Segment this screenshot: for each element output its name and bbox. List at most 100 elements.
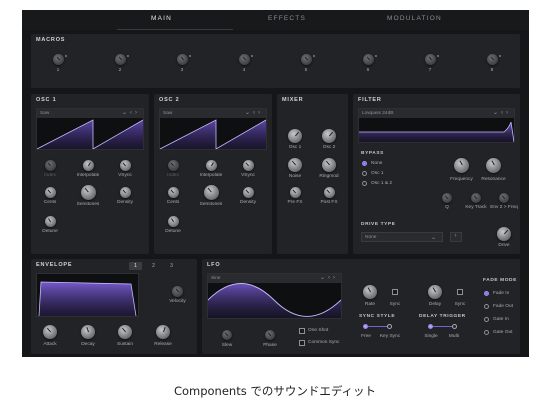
- fade-mode-radio-1[interactable]: [484, 304, 489, 309]
- mixer-knob-1[interactable]: [322, 129, 336, 143]
- envelope-knob-attack[interactable]: [43, 325, 57, 339]
- envelope-page-2[interactable]: 2: [147, 262, 160, 270]
- fade-mode-radio-3[interactable]: [484, 330, 489, 335]
- filter-knob-q[interactable]: [442, 193, 452, 203]
- osc2-wave-display[interactable]: Saw ⌄‹›: [159, 108, 267, 150]
- osc1-label-0: Index: [44, 173, 56, 178]
- macro-knob-5[interactable]: [301, 54, 312, 65]
- filter-type-arrows[interactable]: ⌄‹›: [493, 109, 511, 116]
- osc1-knob-detune[interactable]: [44, 216, 56, 227]
- osc2-knob-vsync[interactable]: [242, 160, 254, 171]
- filter-knob-env2-freq[interactable]: [499, 193, 509, 203]
- osc2-wave-selector[interactable]: Saw ⌄‹›: [160, 109, 266, 118]
- sync-style-toggle-left-option[interactable]: [363, 324, 368, 329]
- fade-mode-title: FADE MODE: [483, 278, 517, 283]
- mixer-knob-3[interactable]: [322, 158, 336, 172]
- lfo-knob-delay-indicator: [432, 287, 436, 293]
- macro-knob-1[interactable]: [53, 54, 64, 65]
- lfo-knob-delay[interactable]: [428, 285, 442, 299]
- filter-knob-env2-freq-indicator: [501, 195, 505, 199]
- macro-knob-3[interactable]: [177, 54, 188, 65]
- mixer-knob-0[interactable]: [288, 129, 302, 143]
- envelope-graph: [38, 281, 137, 317]
- envelope-knob-sustain[interactable]: [118, 325, 132, 339]
- envelope-knob-decay[interactable]: [81, 325, 95, 339]
- tab-main[interactable]: MAIN: [151, 15, 172, 22]
- tab-modulation[interactable]: MODULATION: [387, 15, 442, 22]
- one-shot-label: One Shot: [308, 328, 329, 333]
- osc2-knob-cents[interactable]: [167, 187, 179, 198]
- envelope-panel: ENVELOPE 1 2 3 Velocity Attack Decay Sustai…: [31, 259, 197, 354]
- osc1-knob-semitones[interactable]: [80, 185, 96, 200]
- delay-trigger-toggle-left-option[interactable]: [428, 324, 433, 329]
- drive-type-dropdown[interactable]: None ⌄: [361, 232, 443, 242]
- mixer-knob-4-indicator: [292, 189, 296, 194]
- common-sync-label: Common Sync: [308, 340, 340, 345]
- osc1-label-1: Interpolate: [76, 173, 100, 178]
- macro-knob-7[interactable]: [425, 54, 436, 65]
- lfo-knob-rate[interactable]: [363, 285, 377, 299]
- delay-trigger-toggle-track: [431, 326, 454, 327]
- macro-label-6: 6: [366, 68, 370, 73]
- common-sync-checkbox[interactable]: [299, 340, 305, 346]
- macro-knob-2-indicator: [118, 56, 122, 61]
- sync-style-toggle-right-option[interactable]: [387, 324, 392, 329]
- lfo-wave-selector[interactable]: Sine ⌄‹›: [208, 274, 341, 283]
- macro-knob-2[interactable]: [115, 54, 126, 65]
- macro-label-4: 4: [242, 68, 246, 73]
- filter-knob-resonance[interactable]: [486, 158, 501, 173]
- tab-bar: MAIN EFFECTS MODULATION: [22, 10, 529, 30]
- filter-knob-frequency[interactable]: [454, 158, 469, 173]
- lfo-wave-display[interactable]: Sine ⌄‹›: [207, 273, 342, 319]
- osc2-knob-index[interactable]: [167, 160, 179, 171]
- envelope-display[interactable]: [36, 273, 139, 317]
- lfo-wave-arrows[interactable]: ⌄‹›: [320, 274, 338, 281]
- osc1-knob-interpolate[interactable]: [82, 160, 94, 171]
- envelope-knob-release[interactable]: [156, 325, 170, 339]
- envelope-knob-velocity[interactable]: [172, 286, 183, 297]
- bypass-radio-0[interactable]: [362, 161, 367, 166]
- osc2-knob-index-indicator: [170, 162, 174, 167]
- osc2-knob-interpolate[interactable]: [205, 160, 217, 171]
- osc1-wave-arrows[interactable]: ⌄‹›: [122, 109, 140, 116]
- filter-type-selector[interactable]: Lowpass 24dB ⌄‹›: [359, 109, 514, 118]
- fade-mode-radio-0[interactable]: [484, 291, 489, 296]
- fade-mode-label-2: Gate In: [493, 317, 509, 322]
- tab-effects[interactable]: EFFECTS: [268, 15, 306, 22]
- filter-knob-drive[interactable]: [497, 227, 511, 241]
- mixer-knob-4[interactable]: [289, 187, 301, 198]
- lfo-knob-phase[interactable]: [265, 330, 275, 340]
- bypass-radio-1[interactable]: [362, 171, 367, 176]
- macro-mod-dot: [375, 55, 377, 57]
- drive-type-next-button[interactable]: ›: [450, 232, 462, 242]
- macro-knob-4[interactable]: [239, 54, 250, 65]
- lfo-knob-slew[interactable]: [222, 330, 232, 340]
- lfo-wave-name: Sine: [211, 275, 221, 281]
- osc1-knob-index[interactable]: [44, 160, 56, 171]
- filter-knob-drive-indicator: [504, 229, 509, 235]
- osc1-knob-vsync[interactable]: [119, 160, 131, 171]
- osc2-knob-detune[interactable]: [167, 216, 179, 227]
- mixer-knob-2[interactable]: [288, 158, 302, 172]
- macro-knob-6[interactable]: [363, 54, 374, 65]
- osc1-knob-density[interactable]: [119, 187, 131, 198]
- delay-sync-checkbox[interactable]: [457, 289, 463, 295]
- fade-mode-radio-2[interactable]: [484, 317, 489, 322]
- osc2-knob-semitones[interactable]: [203, 185, 219, 200]
- envelope-page-1[interactable]: 1: [129, 262, 142, 270]
- osc1-knob-cents[interactable]: [44, 187, 56, 198]
- rate-sync-checkbox[interactable]: [392, 289, 398, 295]
- one-shot-checkbox[interactable]: [299, 328, 305, 334]
- osc1-wave-display[interactable]: Saw ⌄‹›: [36, 108, 144, 150]
- osc2-wave-arrows[interactable]: ⌄‹›: [245, 109, 263, 116]
- mixer-knob-5[interactable]: [323, 187, 335, 198]
- bypass-radio-2[interactable]: [362, 181, 367, 186]
- macro-knob-8[interactable]: [487, 54, 498, 65]
- osc2-knob-density[interactable]: [242, 187, 254, 198]
- filter-knob-keytrack[interactable]: [471, 193, 481, 203]
- lfo-panel: LFO Sine ⌄‹› Slew Phase One Shot Common Syn…: [202, 259, 520, 354]
- delay-trigger-toggle-right-option[interactable]: [452, 324, 457, 329]
- filter-display[interactable]: Lowpass 24dB ⌄‹›: [358, 108, 515, 143]
- osc1-wave-selector[interactable]: Saw ⌄‹›: [37, 109, 143, 118]
- envelope-page-3[interactable]: 3: [165, 262, 178, 270]
